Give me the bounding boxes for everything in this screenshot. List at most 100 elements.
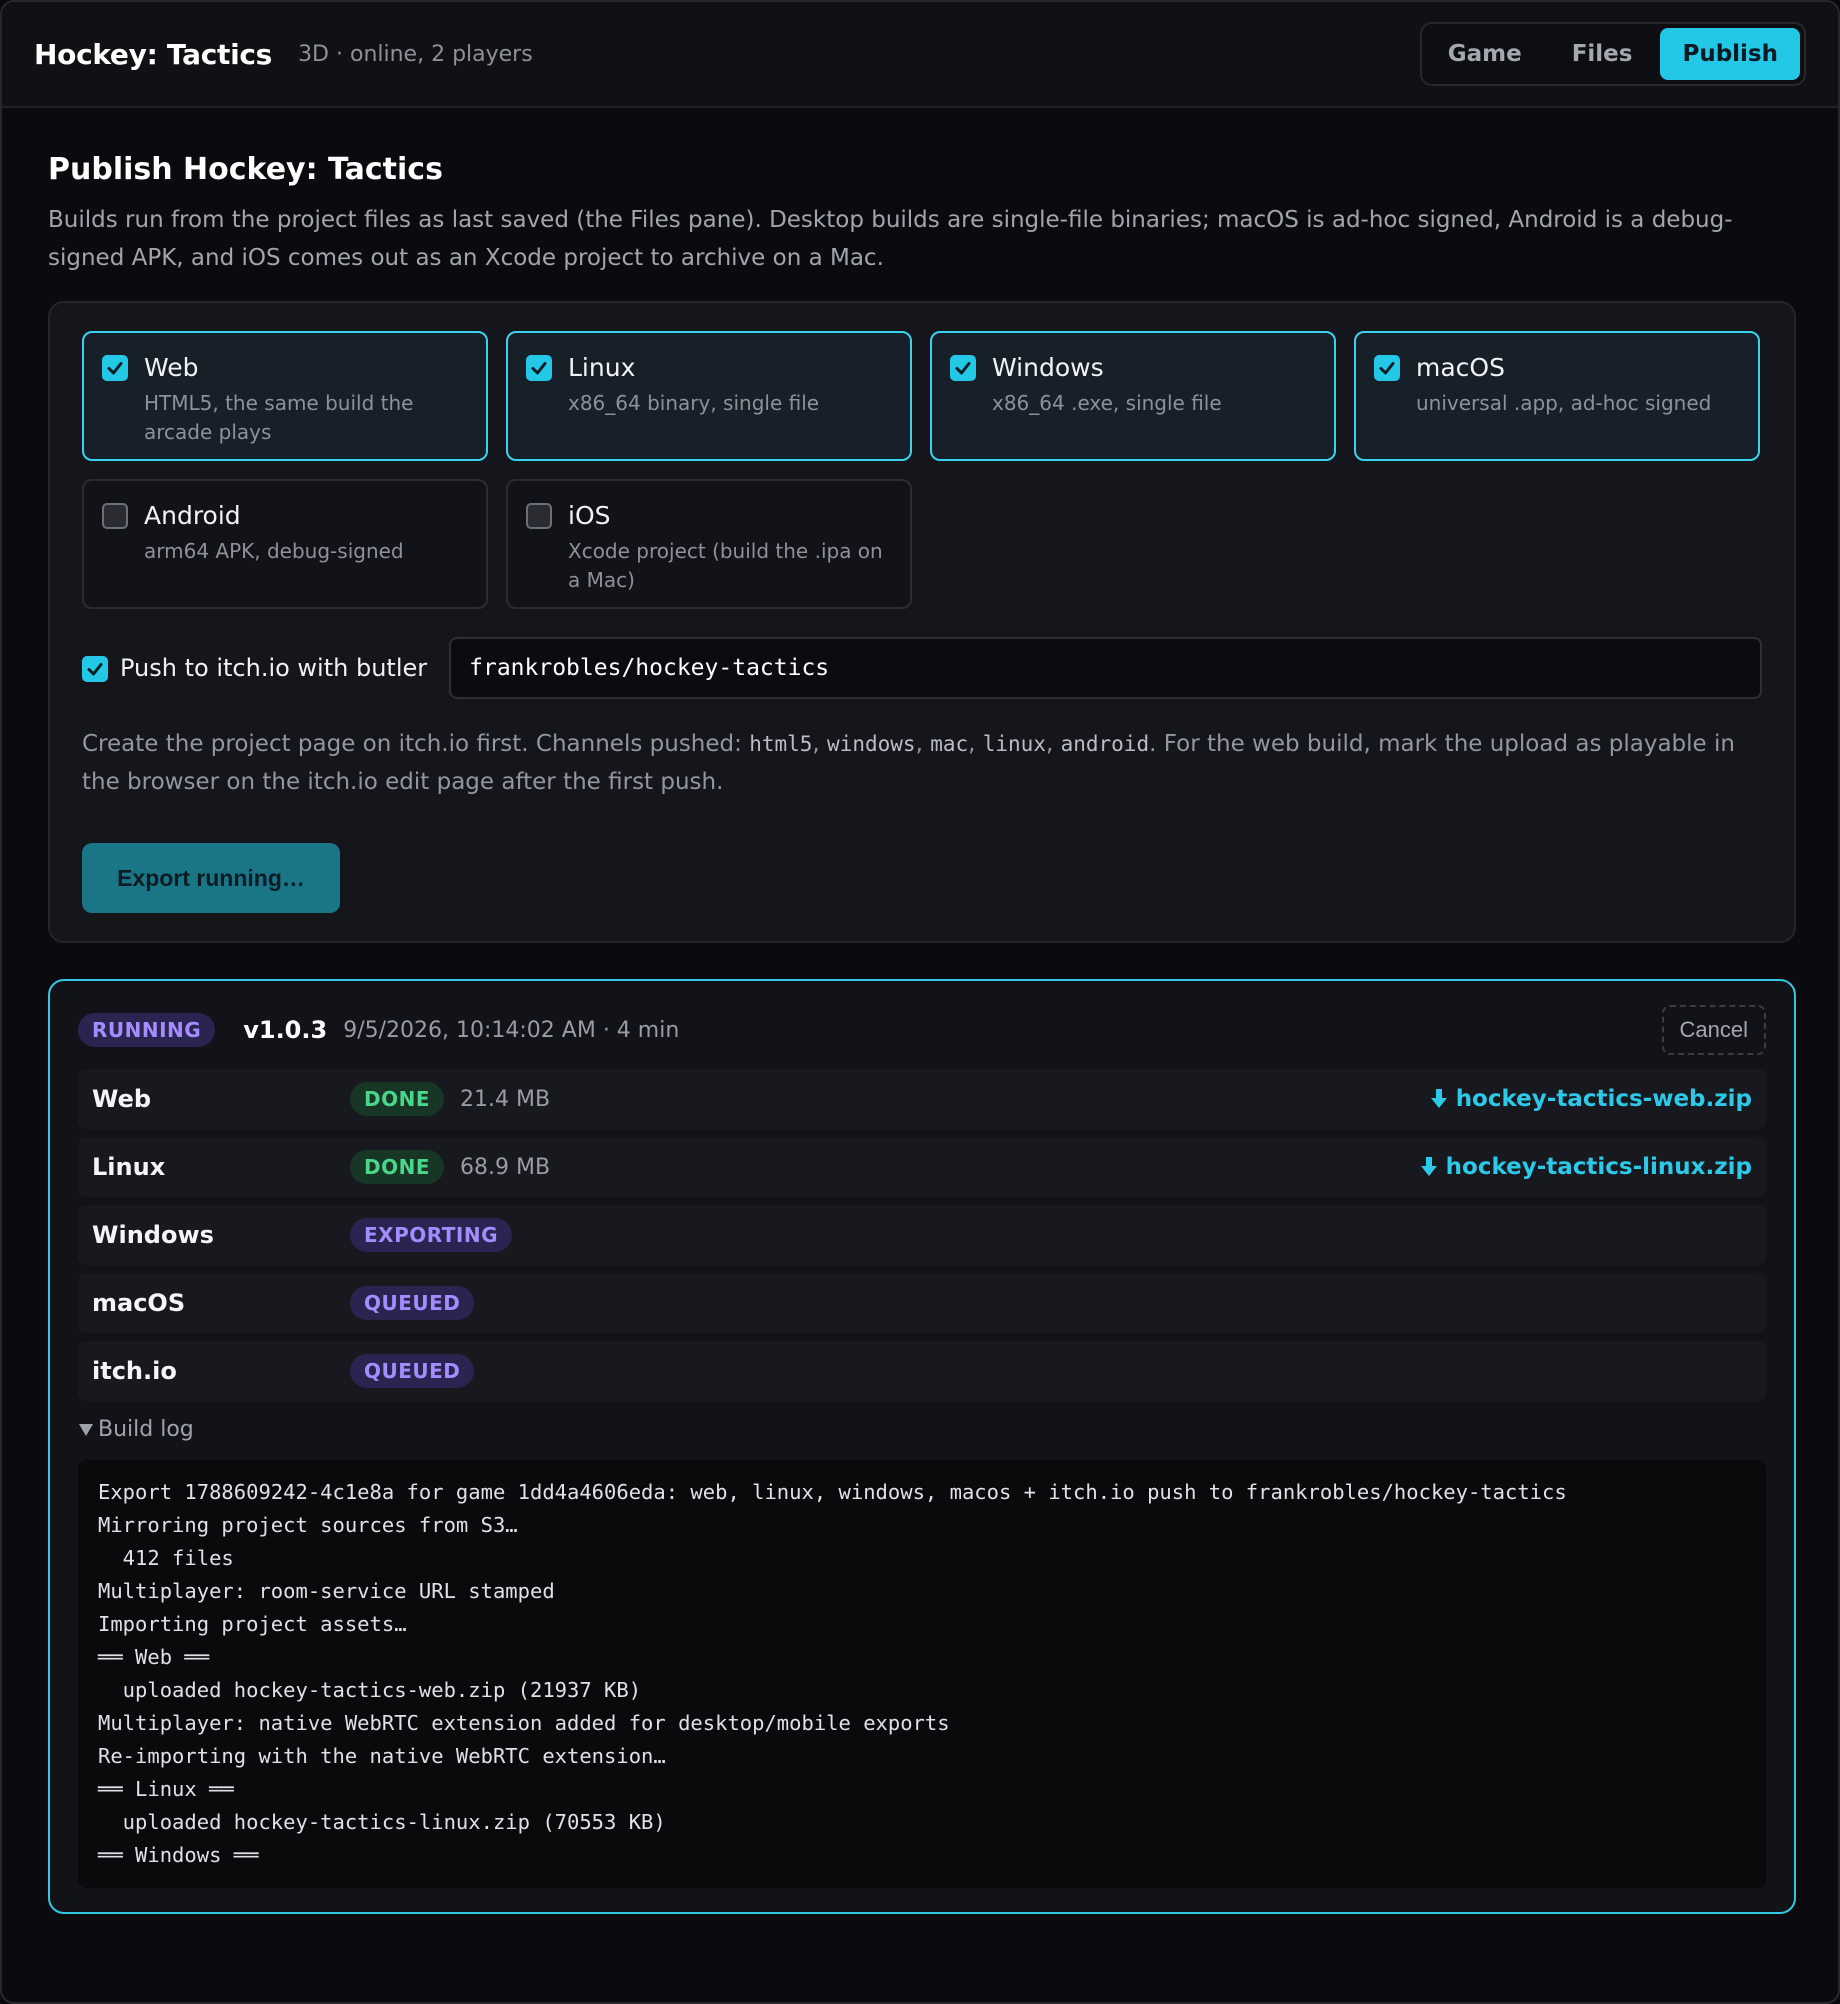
row-status-badge: EXPORTING	[350, 1218, 512, 1252]
note-text: Create the project page on itch.io first…	[82, 731, 750, 757]
log-line: Multiplayer: native WebRTC extension add…	[98, 1711, 950, 1735]
target-desc: HTML5, the same build the arcade plays	[144, 391, 414, 444]
page-title: Publish Hockey: Tactics	[48, 152, 443, 187]
check-icon	[531, 362, 547, 375]
itch-push-label[interactable]: Push to itch.io with butler	[120, 654, 427, 682]
triangle-down-icon	[79, 1423, 93, 1436]
view-tabs: Game Files Publish	[1419, 22, 1806, 86]
export-button[interactable]: Export running…	[82, 843, 340, 913]
target-name: Windows	[992, 353, 1104, 382]
check-icon	[1379, 362, 1395, 375]
cancel-button[interactable]: Cancel	[1661, 1005, 1766, 1055]
target-card-web[interactable]: Web HTML5, the same build the arcade play…	[82, 331, 488, 461]
export-run-card: RUNNING v1.0.3 9/5/2026, 10:14:02 AM · 4…	[48, 979, 1796, 1914]
target-card-linux[interactable]: Linux x86_64 binary, single file	[506, 331, 912, 461]
run-header: RUNNING v1.0.3 9/5/2026, 10:14:02 AM · 4…	[78, 1005, 1766, 1055]
publish-page: Publish Hockey: Tactics Builds run from …	[2, 108, 1838, 1914]
download-link[interactable]: hockey-tactics-web.zip	[1430, 1086, 1752, 1112]
itch-push-row: Push to itch.io with butler	[82, 637, 1762, 699]
log-line: Importing project assets…	[98, 1612, 407, 1636]
target-name: Android	[144, 501, 241, 530]
target-checkbox-web[interactable]	[102, 355, 128, 381]
download-link[interactable]: hockey-tactics-linux.zip	[1420, 1154, 1752, 1180]
row-size: 21.4 MB	[460, 1086, 551, 1112]
target-grid: Web HTML5, the same build the arcade play…	[82, 331, 1762, 609]
row-target-name: Linux	[92, 1153, 166, 1181]
run-row: Web DONE 21.4 MB hockey-tactics-web.zip	[78, 1069, 1766, 1129]
row-status-badge: DONE	[350, 1082, 445, 1116]
download-icon	[1430, 1089, 1447, 1108]
target-name: macOS	[1416, 353, 1505, 382]
run-row: Linux DONE 68.9 MB hockey-tactics-linux.zip	[78, 1137, 1766, 1197]
target-checkbox-android[interactable]	[102, 503, 128, 529]
itch-target-input[interactable]	[449, 637, 1762, 699]
build-log: Export 1788609242-4c1e8a for game 1dd4a4…	[78, 1460, 1766, 1888]
log-line: 412 files	[98, 1546, 234, 1570]
target-checkbox-linux[interactable]	[526, 355, 552, 381]
channel-linux: linux	[982, 732, 1046, 756]
game-subtitle: 3D · online, 2 players	[298, 41, 533, 67]
build-log-toggle[interactable]: Build log	[78, 1417, 1766, 1442]
run-meta: 9/5/2026, 10:14:02 AM · 4 min	[343, 1017, 680, 1043]
log-line: ══ Windows ══	[98, 1843, 259, 1867]
check-icon	[955, 362, 971, 375]
log-line: Export 1788609242-4c1e8a for game 1dd4a4…	[98, 1480, 1567, 1504]
tab-game[interactable]: Game	[1426, 28, 1544, 80]
target-checkbox-ios[interactable]	[526, 503, 552, 529]
row-status-badge: QUEUED	[350, 1354, 475, 1388]
target-desc: x86_64 .exe, single file	[992, 391, 1222, 415]
tab-files[interactable]: Files	[1550, 28, 1655, 80]
app-window: Hockey: Tactics 3D · online, 2 players G…	[0, 0, 1840, 2004]
target-desc: arm64 APK, debug-signed	[144, 539, 404, 563]
log-line: Multiplayer: room-service URL stamped	[98, 1579, 555, 1603]
row-status-badge: DONE	[350, 1150, 445, 1184]
row-size: 68.9 MB	[460, 1154, 551, 1180]
log-line: Re-importing with the native WebRTC exte…	[98, 1744, 666, 1768]
export-options-panel: Web HTML5, the same build the arcade play…	[48, 301, 1796, 943]
itch-note: Create the project page on itch.io first…	[82, 731, 1735, 795]
log-line: ══ Linux ══	[98, 1777, 234, 1801]
channel-html5: html5	[749, 732, 813, 756]
target-text: Windows x86_64 .exe, single file	[992, 353, 1222, 439]
run-row: itch.io QUEUED	[78, 1341, 1766, 1401]
target-card-ios[interactable]: iOS Xcode project (build the .ipa on a Ma…	[506, 479, 912, 609]
tab-publish[interactable]: Publish	[1660, 28, 1800, 80]
log-line: uploaded hockey-tactics-linux.zip (70553…	[98, 1810, 666, 1834]
check-icon	[107, 362, 123, 375]
channel-windows: windows	[827, 732, 916, 756]
row-target-name: macOS	[92, 1289, 186, 1317]
download-icon	[1420, 1157, 1437, 1176]
row-target-name: Windows	[92, 1221, 214, 1249]
run-row: Windows EXPORTING	[78, 1205, 1766, 1265]
target-desc: universal .app, ad-hoc signed	[1416, 391, 1712, 415]
log-line: ══ Web ══	[98, 1645, 210, 1669]
target-text: macOS universal .app, ad-hoc signed	[1416, 353, 1711, 439]
target-checkbox-macos[interactable]	[1374, 355, 1400, 381]
game-title: Hockey: Tactics	[34, 37, 273, 71]
check-icon	[87, 663, 103, 676]
page-description: Builds run from the project files as las…	[48, 207, 1733, 271]
target-card-android[interactable]: Android arm64 APK, debug-signed	[82, 479, 488, 609]
top-bar: Hockey: Tactics 3D · online, 2 players G…	[2, 2, 1838, 108]
run-status-badge: RUNNING	[78, 1013, 216, 1047]
row-status-badge: QUEUED	[350, 1286, 475, 1320]
target-card-windows[interactable]: Windows x86_64 .exe, single file	[930, 331, 1336, 461]
target-text: Android arm64 APK, debug-signed	[144, 501, 404, 587]
target-text: Linux x86_64 binary, single file	[568, 353, 819, 439]
target-name: Linux	[568, 353, 636, 382]
target-checkbox-windows[interactable]	[950, 355, 976, 381]
download-filename: hockey-tactics-web.zip	[1455, 1086, 1752, 1112]
itch-push-checkbox[interactable]	[82, 656, 108, 682]
channel-mac: mac	[930, 732, 969, 756]
target-desc: x86_64 binary, single file	[568, 391, 820, 415]
row-target-name: itch.io	[92, 1357, 177, 1385]
target-text: iOS Xcode project (build the .ipa on a Ma…	[568, 501, 892, 592]
target-card-macos[interactable]: macOS universal .app, ad-hoc signed	[1354, 331, 1760, 461]
run-version: v1.0.3	[243, 1016, 328, 1044]
row-target-name: Web	[92, 1085, 152, 1113]
log-line: uploaded hockey-tactics-web.zip (21937 K…	[98, 1678, 642, 1702]
download-filename: hockey-tactics-linux.zip	[1445, 1154, 1752, 1180]
run-rows: Web DONE 21.4 MB hockey-tactics-web.zip Linu…	[78, 1069, 1766, 1401]
log-line: Mirroring project sources from S3…	[98, 1513, 518, 1537]
run-row: macOS QUEUED	[78, 1273, 1766, 1333]
